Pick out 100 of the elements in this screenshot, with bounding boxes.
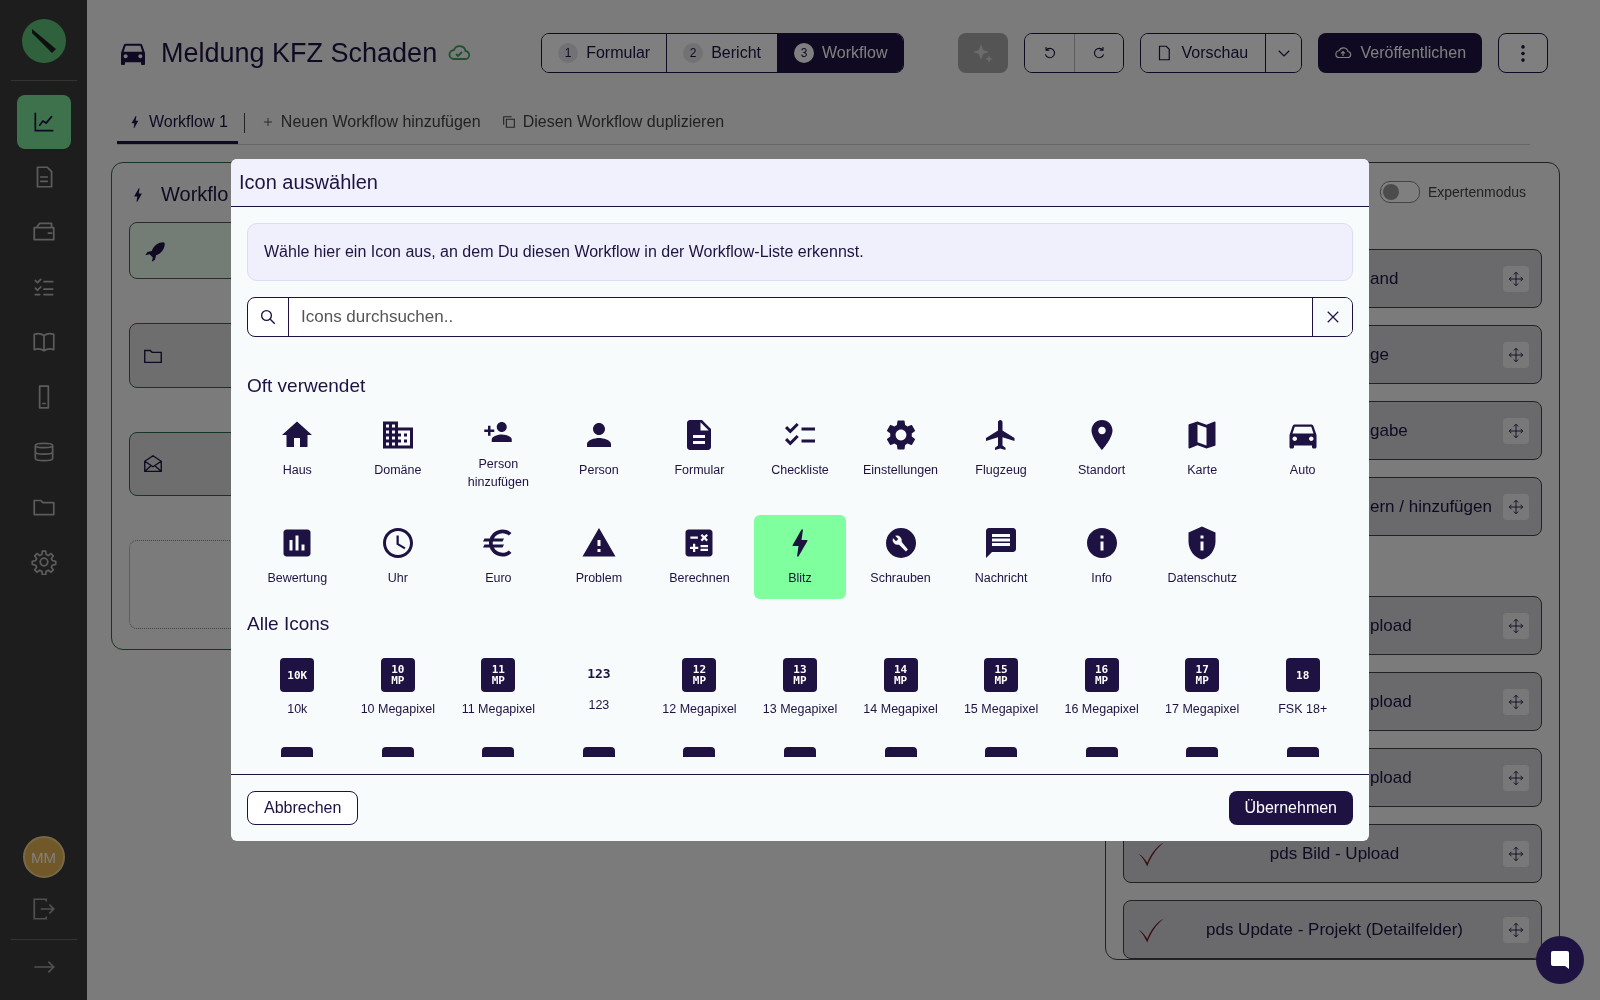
badge-icon: 10K bbox=[280, 658, 315, 692]
step-label: pds Update - Projekt (Detailfelder) bbox=[1205, 919, 1464, 940]
partial-icon bbox=[985, 747, 1018, 757]
move-icon bbox=[1507, 920, 1525, 939]
step-label: pload bbox=[1370, 691, 1413, 712]
icon-option[interactable]: Checkliste bbox=[753, 407, 847, 491]
move-handle[interactable] bbox=[1503, 916, 1529, 943]
section-heading: Oft verwendet bbox=[247, 375, 367, 397]
icon-option[interactable]: 10K 10k bbox=[251, 645, 344, 729]
icon-option[interactable]: Standort bbox=[1055, 407, 1148, 491]
move-handle[interactable] bbox=[1503, 688, 1529, 715]
section-heading: Alle Icons bbox=[247, 613, 331, 635]
icon-option[interactable]: Datenschutz bbox=[1155, 515, 1249, 599]
step-label: pload bbox=[1370, 615, 1413, 636]
icon-option[interactable]: 10 MP 10 Megapixel bbox=[351, 645, 445, 729]
icon-option[interactable]: 11 MP 11 Megapixel bbox=[452, 645, 545, 729]
icon-option[interactable]: 123 123 bbox=[552, 645, 646, 729]
step-tab[interactable]: 3 Workflow bbox=[778, 34, 904, 72]
undo-icon bbox=[1042, 45, 1058, 61]
undo-button[interactable] bbox=[1025, 34, 1075, 72]
step-tab[interactable]: 2 Bericht bbox=[667, 34, 778, 72]
icon-option[interactable]: Blitz bbox=[753, 515, 847, 599]
move-icon bbox=[1507, 345, 1525, 364]
icon-option[interactable]: Haus bbox=[251, 407, 344, 491]
move-icon bbox=[1507, 768, 1525, 787]
partial-icon bbox=[784, 747, 816, 757]
workflow-tab[interactable]: Neuen Workflow hinzufügen bbox=[250, 102, 491, 144]
dropdown-button[interactable] bbox=[1265, 34, 1302, 72]
badge-icon: 17 MP bbox=[1185, 658, 1220, 692]
step-label: pload bbox=[1370, 767, 1413, 788]
partial-icon bbox=[381, 747, 414, 757]
clear-button[interactable] bbox=[1312, 298, 1352, 336]
partial-icon bbox=[1286, 747, 1319, 757]
icon-option[interactable]: Uhr bbox=[351, 515, 445, 599]
ai-button[interactable] bbox=[958, 33, 1009, 73]
step-label: and bbox=[1370, 268, 1400, 289]
preview-button[interactable]: Vorschau bbox=[1141, 34, 1266, 72]
icon-option[interactable]: Person bbox=[552, 407, 646, 491]
partial-icon bbox=[281, 747, 314, 757]
chat-icon bbox=[1548, 948, 1572, 972]
move-icon bbox=[1507, 269, 1525, 288]
badge-icon: 16 MP bbox=[1084, 658, 1119, 692]
move-handle[interactable] bbox=[1503, 265, 1529, 292]
search-icon bbox=[259, 308, 277, 326]
cancel-button[interactable]: Abbrechen bbox=[247, 791, 359, 825]
move-icon bbox=[1507, 844, 1525, 863]
workflow-tab[interactable]: Diesen Workflow duplizieren bbox=[490, 102, 735, 144]
move-icon bbox=[1507, 616, 1525, 635]
toggle-label: Expertenmodus bbox=[1427, 184, 1526, 200]
badge-icon: 11 MP bbox=[481, 658, 516, 692]
dialog-title: Icon auswählen bbox=[239, 171, 378, 194]
partial-icon bbox=[683, 747, 716, 757]
icon-option[interactable]: Berechnen bbox=[653, 515, 746, 599]
icon-option[interactable]: Problem bbox=[552, 515, 646, 599]
step-item[interactable]: pds Update - Projekt (Detailfelder) bbox=[1123, 900, 1542, 959]
gear-icon bbox=[30, 549, 57, 575]
logout-icon[interactable] bbox=[30, 896, 57, 922]
partial-icon bbox=[1186, 747, 1219, 757]
publish-button[interactable]: Veröffentlichen bbox=[1318, 33, 1483, 73]
chat-button[interactable] bbox=[1536, 936, 1584, 984]
icon-option[interactable]: 15 MP 15 Megapixel bbox=[954, 645, 1048, 729]
icon-option[interactable]: 17 MP 17 Megapixel bbox=[1155, 645, 1249, 729]
move-handle[interactable] bbox=[1503, 341, 1529, 368]
icon-option[interactable]: Domäne bbox=[351, 407, 445, 491]
workflow-tab[interactable]: Workflow 1 bbox=[117, 102, 238, 144]
badge-icon: 18 bbox=[1285, 658, 1320, 692]
step-label: ern / hinzufügen bbox=[1370, 496, 1493, 517]
apply-button[interactable]: Übernehmen bbox=[1228, 791, 1353, 825]
badge-icon: 14 MP bbox=[883, 658, 918, 692]
icon-option[interactable]: Flugzeug bbox=[954, 407, 1048, 491]
move-handle[interactable] bbox=[1503, 417, 1529, 444]
icon-option[interactable]: Karte bbox=[1155, 407, 1249, 491]
sidebar-item[interactable] bbox=[16, 95, 71, 149]
icon-option[interactable]: 18 FSK 18+ bbox=[1256, 645, 1349, 729]
more-button[interactable] bbox=[1498, 33, 1549, 73]
icon-option[interactable]: 13 MP 13 Megapixel bbox=[753, 645, 847, 729]
card-title: Workflo bbox=[161, 183, 229, 206]
partial-icon bbox=[1085, 747, 1118, 757]
expert-toggle[interactable] bbox=[1379, 181, 1420, 203]
icon-option[interactable]: 16 MP 16 Megapixel bbox=[1055, 645, 1148, 729]
move-handle[interactable] bbox=[1503, 493, 1529, 520]
step-label: ge bbox=[1370, 344, 1390, 365]
partial-icon bbox=[482, 747, 515, 757]
move-handle[interactable] bbox=[1503, 612, 1529, 639]
icon-option[interactable]: Info bbox=[1055, 515, 1148, 599]
move-handle[interactable] bbox=[1503, 764, 1529, 791]
step-tab[interactable]: 1 Formular bbox=[542, 34, 668, 72]
redo-button[interactable] bbox=[1074, 34, 1124, 72]
icon-option[interactable]: 12 MP 12 Megapixel bbox=[653, 645, 746, 729]
icon-option[interactable]: Bewertung bbox=[251, 515, 344, 599]
icon-option[interactable]: Einstellungen bbox=[854, 407, 947, 491]
icon-option[interactable]: 14 MP 14 Megapixel bbox=[854, 645, 947, 729]
icon-option[interactable]: Person hinzufügen bbox=[452, 407, 545, 491]
icon-option[interactable]: Euro bbox=[452, 515, 545, 599]
move-icon bbox=[1507, 692, 1525, 711]
icon-option[interactable]: Schrauben bbox=[854, 515, 947, 599]
icon-option[interactable]: Auto bbox=[1256, 407, 1349, 491]
icon-option[interactable]: Formular bbox=[653, 407, 746, 491]
icon-option[interactable]: Nachricht bbox=[954, 515, 1048, 599]
move-handle[interactable] bbox=[1503, 840, 1529, 867]
